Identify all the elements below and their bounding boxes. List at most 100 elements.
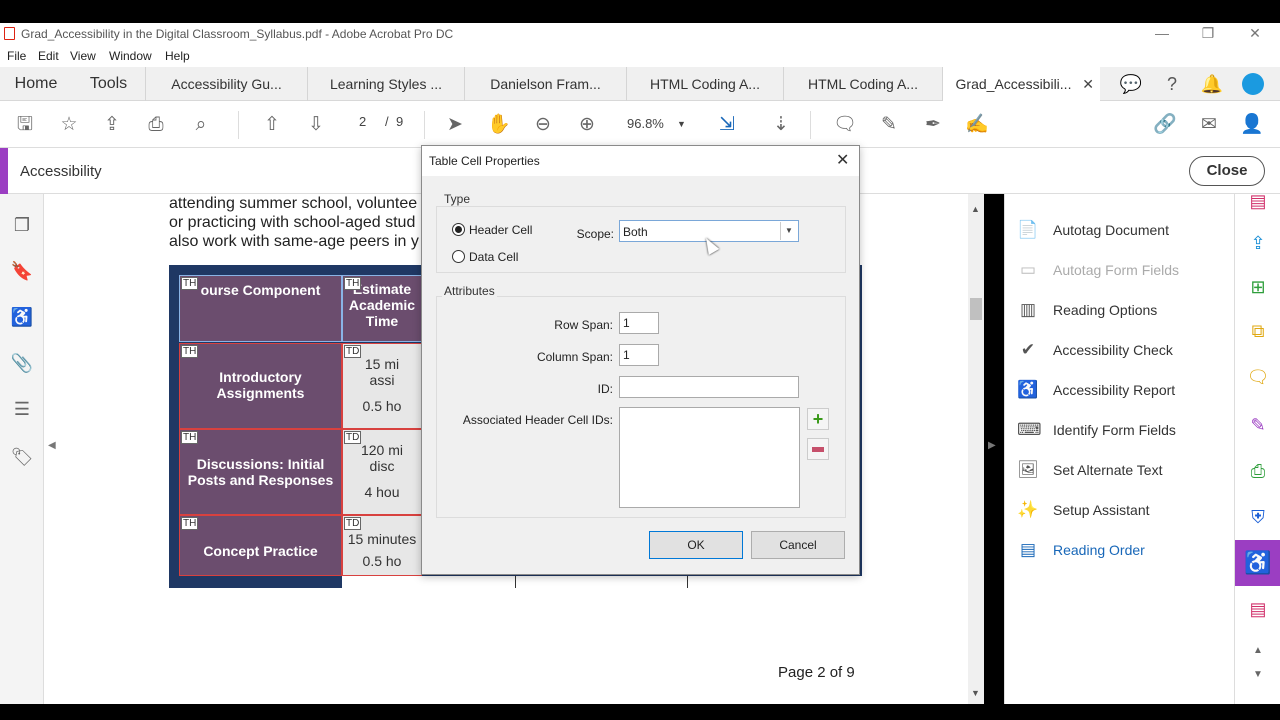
- panel-item-set-alternate-text[interactable]: 🖼 Set Alternate Text: [1017, 458, 1227, 482]
- rail-scroll-down-icon[interactable]: ▼: [1245, 662, 1271, 688]
- zoom-out-icon[interactable]: ⊖: [529, 111, 557, 139]
- export-pdf-icon[interactable]: ⇪: [1245, 230, 1271, 256]
- print-production-icon[interactable]: ⎙: [1245, 458, 1271, 484]
- accessibility-tool-selected-icon[interactable]: ♿: [1235, 540, 1280, 586]
- highlight-pen-icon[interactable]: ✎: [875, 111, 903, 139]
- table-data-cell[interactable]: TD 15 minutes 0.5 ho: [342, 515, 422, 576]
- remove-id-button[interactable]: [807, 438, 829, 460]
- panel-item-accessibility-check[interactable]: ✔ Accessibility Check: [1017, 338, 1227, 362]
- row-span-field[interactable]: 1: [619, 312, 659, 334]
- window-close-icon[interactable]: ✕: [1240, 25, 1270, 42]
- panel-item-reading-options[interactable]: ▥ Reading Options: [1017, 298, 1227, 322]
- collapse-right-icon[interactable]: ▶: [988, 440, 996, 451]
- organize-pages-icon[interactable]: ⊞: [1245, 274, 1271, 300]
- upload-icon[interactable]: ⇪: [98, 111, 126, 139]
- table-header-cell[interactable]: TH Discussions: Initial Posts and Respon…: [179, 429, 342, 515]
- tab-document[interactable]: HTML Coding A...: [784, 67, 943, 101]
- add-id-button[interactable]: +: [807, 408, 829, 430]
- scroll-down-icon[interactable]: ▼: [971, 688, 980, 698]
- bookmark-icon[interactable]: 🔖: [9, 258, 35, 284]
- screen-bottom-bar: [0, 704, 1280, 720]
- rail-scroll-up-icon[interactable]: ▲: [1245, 638, 1271, 664]
- panel-item-setup-assistant[interactable]: ✨ Setup Assistant: [1017, 498, 1227, 522]
- hand-icon[interactable]: ✋: [485, 111, 513, 139]
- print-icon[interactable]: ⎙: [142, 111, 170, 139]
- minimize-icon[interactable]: —: [1147, 25, 1177, 41]
- panel-item-autotag-document[interactable]: 📄 Autotag Document: [1017, 218, 1227, 242]
- column-span-field[interactable]: 1: [619, 344, 659, 366]
- chevron-down-icon[interactable]: ▼: [780, 222, 797, 240]
- comment-icon[interactable]: 💬: [1117, 67, 1145, 101]
- scroll-thumb[interactable]: [970, 298, 982, 320]
- page-up-icon[interactable]: ⇧: [258, 111, 286, 139]
- tag-icon[interactable]: 🏷: [9, 444, 35, 470]
- tab-active-document[interactable]: Grad_Accessibili... ✕: [943, 67, 1100, 101]
- tab-close-icon[interactable]: ✕: [1082, 67, 1094, 101]
- page-current[interactable]: 2: [359, 114, 366, 129]
- data-cell-radio[interactable]: [452, 250, 465, 263]
- tab-home[interactable]: Home: [0, 67, 72, 101]
- select-arrow-icon[interactable]: ➤: [441, 111, 469, 139]
- menu-file[interactable]: File: [7, 49, 26, 63]
- panel-item-accessibility-report[interactable]: ♿ Accessibility Report: [1017, 378, 1227, 402]
- document-tool-icon[interactable]: ▤: [1245, 596, 1271, 622]
- associated-header-ids-list[interactable]: [619, 407, 800, 508]
- avatar[interactable]: [1242, 73, 1264, 95]
- dialog-close-icon[interactable]: ✕: [836, 150, 849, 170]
- tab-tools[interactable]: Tools: [72, 67, 146, 101]
- zoom-in-icon[interactable]: ⊕: [573, 111, 601, 139]
- id-field[interactable]: [619, 376, 799, 398]
- fill-sign-icon[interactable]: ✍: [963, 111, 991, 139]
- menu-help[interactable]: Help: [165, 49, 190, 63]
- tab-document[interactable]: Danielson Fram...: [465, 67, 627, 101]
- tab-document[interactable]: Learning Styles ...: [308, 67, 465, 101]
- menu-edit[interactable]: Edit: [38, 49, 59, 63]
- page-down-icon[interactable]: ⇩: [302, 111, 330, 139]
- create-pdf-icon[interactable]: ▤: [1245, 188, 1271, 214]
- mail-icon[interactable]: ✉: [1195, 111, 1223, 139]
- table-header-cell[interactable]: TH Introductory Assignments: [179, 343, 342, 429]
- menu-window[interactable]: Window: [109, 49, 152, 63]
- protect-shield-icon[interactable]: ⛨: [1245, 504, 1271, 530]
- header-cell-label[interactable]: Header Cell: [469, 223, 532, 237]
- close-tool-button[interactable]: Close: [1189, 156, 1265, 186]
- zoom-dropdown-icon[interactable]: ▼: [677, 119, 686, 129]
- table-header-cell[interactable]: TH Estimate Academic Time: [342, 275, 422, 342]
- save-icon[interactable]: 🖫: [11, 111, 39, 139]
- table-header-cell[interactable]: TH ourse Component: [179, 275, 342, 342]
- order-icon[interactable]: ☰: [9, 396, 35, 422]
- panel-item-identify-form-fields[interactable]: ⌨ Identify Form Fields: [1017, 418, 1227, 442]
- table-data-cell[interactable]: TD 15 mi assi 0.5 ho: [342, 343, 422, 429]
- ok-button[interactable]: OK: [649, 531, 743, 559]
- comment-tool-rail-icon[interactable]: 🗨: [1245, 364, 1271, 390]
- scroll-mode-icon[interactable]: ⇣: [767, 111, 795, 139]
- help-icon[interactable]: ?: [1158, 67, 1186, 101]
- sign-icon[interactable]: ✒: [919, 111, 947, 139]
- link-icon[interactable]: 🔗: [1151, 111, 1179, 139]
- comment-tool-icon[interactable]: 🗨: [831, 111, 859, 139]
- restore-icon[interactable]: ❐: [1193, 25, 1223, 42]
- tab-document[interactable]: HTML Coding A...: [627, 67, 784, 101]
- attachment-icon[interactable]: 📎: [9, 350, 35, 376]
- document-scrollbar[interactable]: ▲ ▼: [968, 194, 984, 704]
- panel-item-reading-order[interactable]: ▤ Reading Order: [1017, 538, 1227, 562]
- star-icon[interactable]: ☆: [55, 111, 83, 139]
- data-cell-label[interactable]: Data Cell: [469, 250, 518, 264]
- pages-icon[interactable]: ❐: [9, 212, 35, 238]
- scroll-up-icon[interactable]: ▲: [971, 204, 980, 214]
- zoom-value[interactable]: 96.8%: [627, 116, 664, 131]
- search-zoom-icon[interactable]: ⌕: [187, 111, 215, 139]
- add-user-icon[interactable]: 👤: [1238, 111, 1266, 139]
- table-header-cell[interactable]: TH Concept Practice: [179, 515, 342, 576]
- header-cell-radio[interactable]: [452, 223, 465, 236]
- fill-sign-rail-icon[interactable]: ✎: [1245, 412, 1271, 438]
- collapse-left-icon[interactable]: ◀: [48, 440, 56, 451]
- accessibility-checker-icon[interactable]: ♿: [9, 304, 35, 330]
- fit-page-icon[interactable]: ⇲: [713, 111, 741, 139]
- tab-document[interactable]: Accessibility Gu...: [146, 67, 308, 101]
- bell-icon[interactable]: 🔔: [1198, 67, 1226, 101]
- combine-files-icon[interactable]: ⧉: [1245, 318, 1271, 344]
- table-data-cell[interactable]: TD 120 mi disc 4 hou: [342, 429, 422, 515]
- cancel-button[interactable]: Cancel: [751, 531, 845, 559]
- menu-view[interactable]: View: [70, 49, 96, 63]
